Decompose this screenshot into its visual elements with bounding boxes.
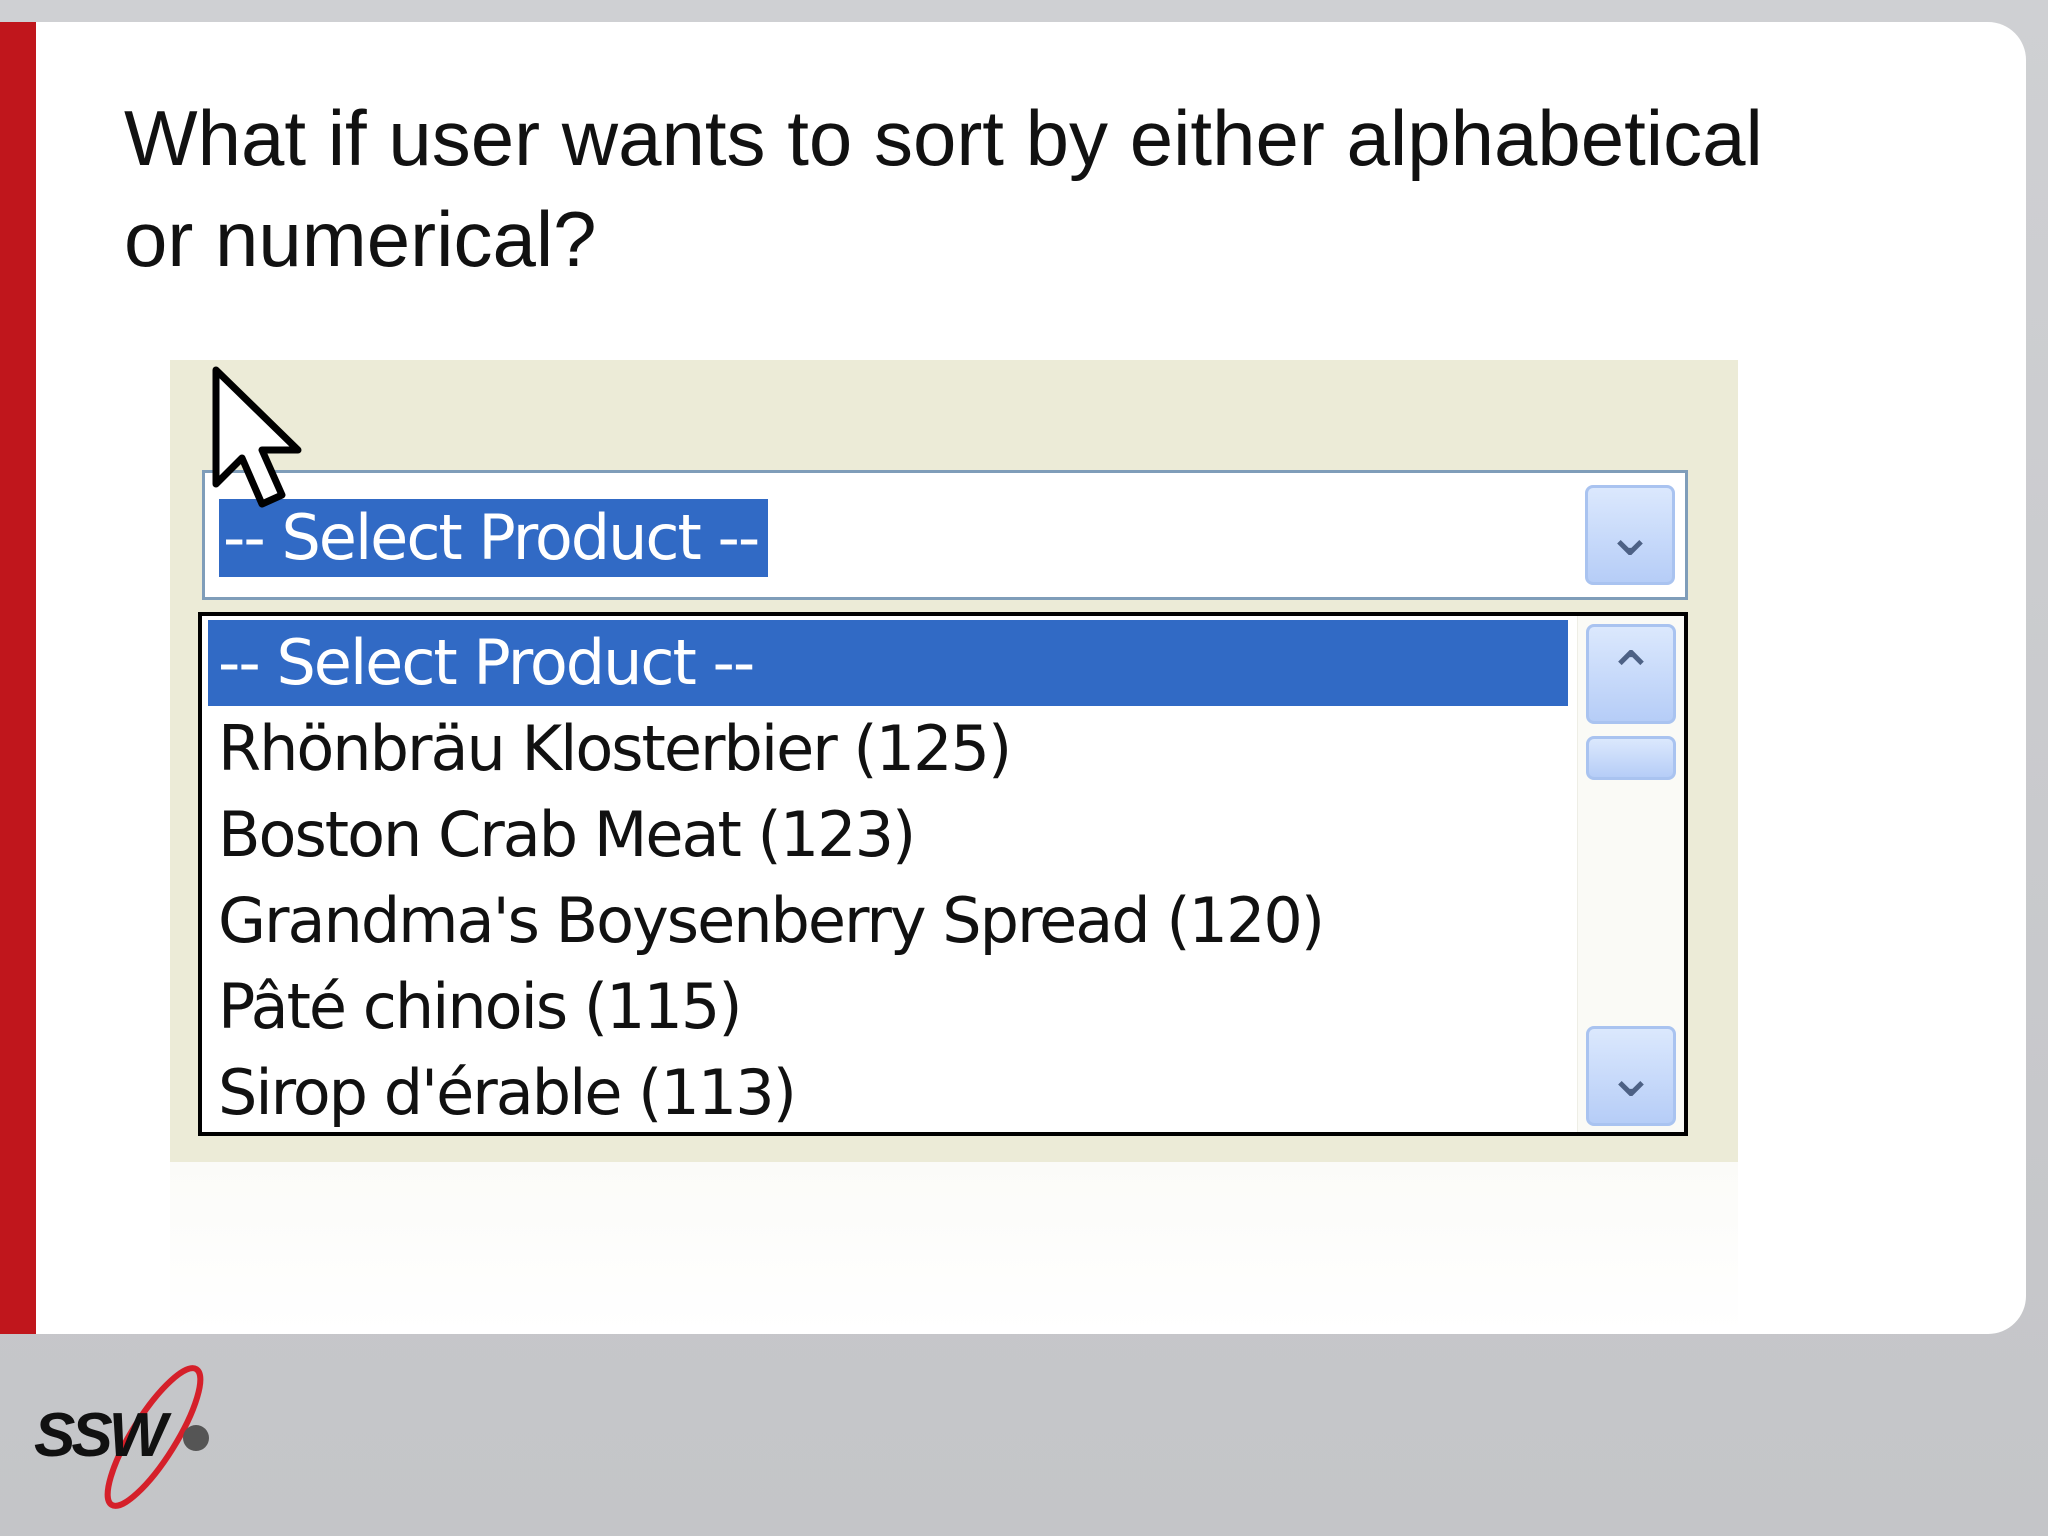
list-item[interactable]: Pâté chinois (115) xyxy=(208,964,1568,1050)
screenshot-shadow xyxy=(170,1162,1738,1334)
dropdown-screenshot: -- Select Product -- ⌄ -- Select Product… xyxy=(170,360,1738,1162)
dropdown-arrow-button[interactable]: ⌄ xyxy=(1585,485,1675,585)
mouse-pointer-icon xyxy=(212,366,302,508)
logo-text: SSW xyxy=(34,1401,172,1470)
chevron-down-icon: ⌄ xyxy=(1604,500,1656,570)
scroll-thumb[interactable] xyxy=(1586,736,1676,780)
slide: What if user wants to sort by either alp… xyxy=(0,22,2026,1334)
list-scrollbar[interactable]: ⌃ ⌄ xyxy=(1577,616,1684,1132)
list-item[interactable]: Rhönbräu Klosterbier (125) xyxy=(208,706,1568,792)
chevron-up-icon: ⌃ xyxy=(1605,639,1657,709)
list-item[interactable]: -- Select Product -- xyxy=(208,620,1568,706)
product-options-list[interactable]: -- Select Product -- Rhönbräu Klosterbie… xyxy=(198,612,1688,1136)
list-item[interactable]: Grandma's Boysenberry Spread (120) xyxy=(208,878,1568,964)
list-item[interactable]: Boston Crab Meat (123) xyxy=(208,792,1568,878)
slide-title-line-1: What if user wants to sort by either alp… xyxy=(124,94,1763,182)
slide-title-line-2: or numerical? xyxy=(124,195,597,283)
ssw-logo: SSW xyxy=(34,1365,209,1509)
chevron-down-icon: ⌄ xyxy=(1605,1041,1657,1111)
slide-title: What if user wants to sort by either alp… xyxy=(124,88,1924,290)
options: -- Select Product -- Rhönbräu Klosterbie… xyxy=(208,620,1568,1132)
accent-bar xyxy=(0,22,36,1334)
scroll-up-button[interactable]: ⌃ xyxy=(1586,624,1676,724)
scroll-down-button[interactable]: ⌄ xyxy=(1586,1026,1676,1126)
product-select[interactable]: -- Select Product -- ⌄ xyxy=(202,470,1688,600)
list-item[interactable]: Sirop d'érable (113) xyxy=(208,1050,1568,1132)
